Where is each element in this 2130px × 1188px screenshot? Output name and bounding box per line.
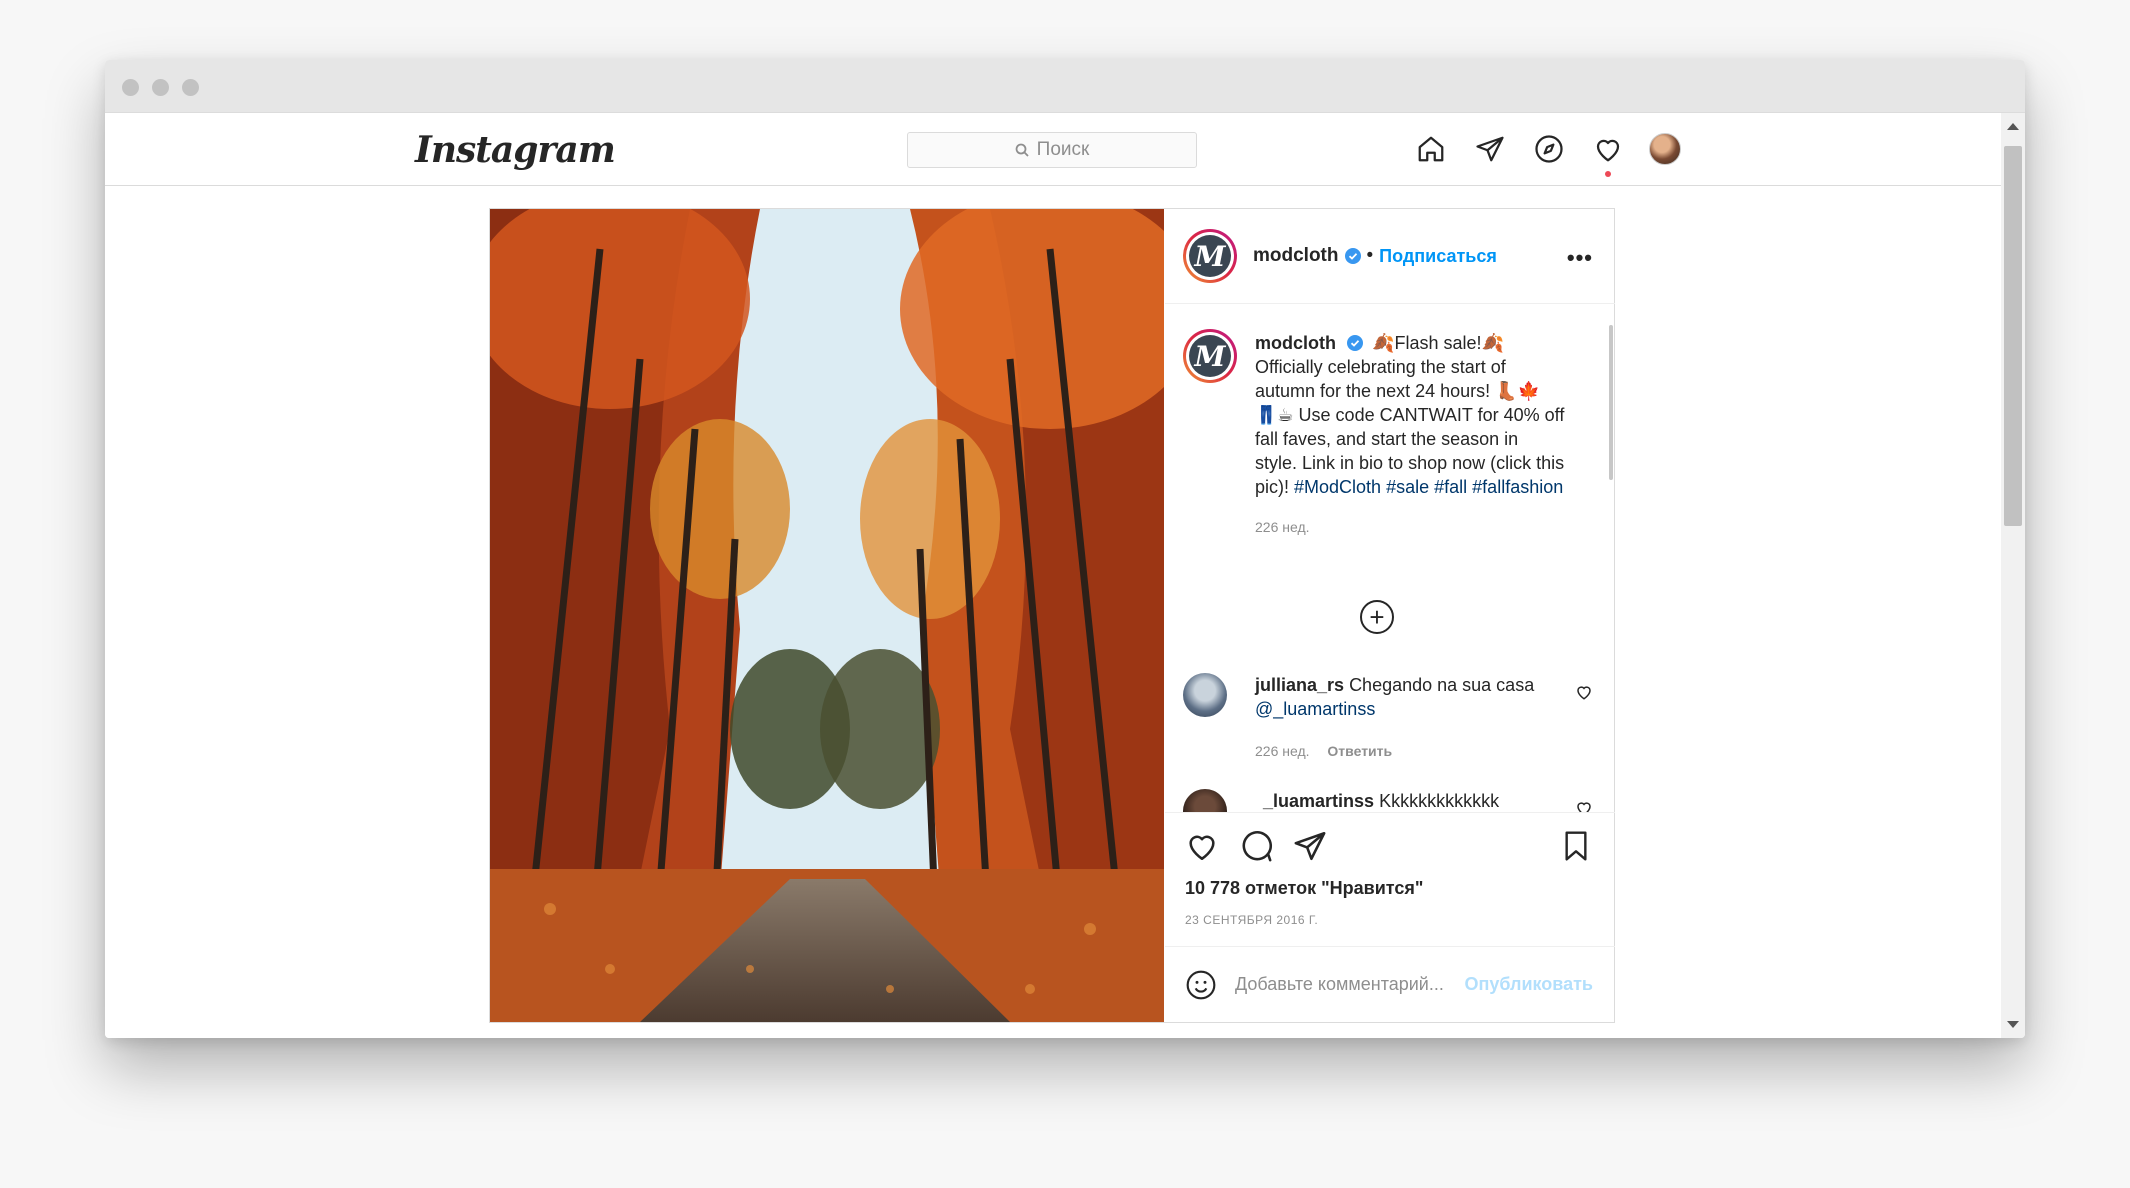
browser-window: Instagram Поиск M modcloth • Подписаться…: [105, 60, 2025, 1038]
search-placeholder: Поиск: [1036, 139, 1090, 160]
like-icon[interactable]: [1183, 827, 1221, 865]
direct-icon[interactable]: [1472, 131, 1508, 167]
mention-link[interactable]: @_luamartinss: [1255, 699, 1375, 719]
action-icons: [1183, 827, 1345, 865]
comment-time[interactable]: 226 нед.: [1255, 743, 1310, 759]
scroll-thumb[interactable]: [2004, 146, 2022, 526]
top-navbar: Instagram Поиск: [105, 113, 2001, 186]
post-card: M modcloth • Подписаться ••• M modcloth …: [489, 208, 1615, 1023]
post-side-panel: M modcloth • Подписаться ••• M modcloth …: [1165, 209, 1615, 1022]
comment-input[interactable]: Добавьте комментарий...: [1235, 974, 1464, 995]
caption-text: modcloth 🍂Flash sale!🍂 Officially celebr…: [1255, 331, 1565, 539]
notification-dot: [1605, 171, 1611, 177]
post-header: M modcloth • Подписаться •••: [1165, 209, 1615, 304]
hashtag-link[interactable]: #fall: [1434, 477, 1467, 497]
activity-heart-icon[interactable]: [1590, 131, 1626, 177]
comment-icon[interactable]: [1237, 827, 1275, 865]
window-titlebar: [105, 60, 2025, 113]
comment-like-icon[interactable]: [1575, 683, 1593, 701]
search-icon: [1015, 143, 1029, 157]
emoji-icon[interactable]: [1185, 969, 1217, 1001]
post-date[interactable]: 23 СЕНТЯБРЯ 2016 Г.: [1185, 913, 1318, 927]
more-options-icon[interactable]: •••: [1567, 245, 1593, 271]
add-comment-bar: Добавьте комментарий... Опубликовать: [1165, 946, 1615, 1022]
home-icon[interactable]: [1413, 131, 1449, 167]
share-icon[interactable]: [1291, 827, 1329, 865]
likes-count[interactable]: 10 778 отметок "Нравится": [1185, 878, 1423, 899]
comment-username[interactable]: _luamartinss: [1263, 791, 1374, 811]
commenter-avatar[interactable]: [1183, 789, 1227, 812]
author-username[interactable]: modcloth: [1253, 245, 1339, 267]
page-scrollbar[interactable]: [2001, 113, 2025, 1038]
publish-button[interactable]: Опубликовать: [1464, 974, 1593, 995]
comment-meta: 226 нед. Ответить: [1255, 743, 1406, 759]
scroll-down-arrow-icon[interactable]: [2007, 1021, 2019, 1028]
profile-avatar[interactable]: [1649, 133, 1681, 165]
nav-icons: [1413, 131, 1681, 177]
explore-icon[interactable]: [1531, 131, 1567, 167]
comments-list: M modcloth 🍂Flash sale!🍂 Officially cele…: [1165, 305, 1615, 812]
post-actions: 10 778 отметок "Нравится" 23 СЕНТЯБРЯ 20…: [1165, 812, 1615, 946]
hashtag-link[interactable]: #ModCloth: [1294, 477, 1381, 497]
caption-time[interactable]: 226 нед.: [1255, 515, 1565, 539]
modcloth-logo: M: [1189, 235, 1231, 277]
load-more-comments-button[interactable]: +: [1360, 600, 1394, 634]
separator-bullet: •: [1366, 245, 1374, 266]
hashtag-link[interactable]: #fallfashion: [1472, 477, 1563, 497]
reply-button[interactable]: Ответить: [1327, 743, 1392, 759]
save-bookmark-icon[interactable]: [1557, 827, 1595, 865]
caption-username[interactable]: modcloth: [1255, 333, 1336, 353]
comment-text: _luamartinss Kkkkkkkkkkkkk: [1263, 789, 1553, 812]
comment-like-icon[interactable]: [1575, 799, 1593, 812]
verified-badge-icon: [1347, 335, 1364, 351]
comments-scrollbar[interactable]: [1609, 325, 1613, 480]
post-photo[interactable]: [490, 209, 1164, 1022]
comment-text: julliana_rs Chegando na sua casa @_luama…: [1255, 673, 1545, 721]
comment-body: Kkkkkkkkkkkkk: [1379, 791, 1500, 811]
autumn-forest-image: [490, 209, 1164, 1022]
modcloth-logo: M: [1189, 335, 1231, 377]
window-close-button[interactable]: [122, 79, 139, 96]
window-minimize-button[interactable]: [152, 79, 169, 96]
page-viewport: Instagram Поиск M modcloth • Подписаться…: [105, 113, 2001, 1038]
follow-button[interactable]: Подписаться: [1379, 246, 1497, 267]
window-maximize-button[interactable]: [182, 79, 199, 96]
caption-avatar[interactable]: M: [1183, 329, 1237, 383]
instagram-logo[interactable]: Instagram: [415, 129, 616, 171]
verified-badge-icon: [1344, 248, 1361, 264]
author-avatar[interactable]: M: [1183, 229, 1237, 283]
comment-username[interactable]: julliana_rs: [1255, 675, 1344, 695]
hashtag-link[interactable]: #sale: [1386, 477, 1429, 497]
commenter-avatar[interactable]: [1183, 673, 1227, 717]
caption-body: 🍂Flash sale!🍂 Officially celebrating the…: [1255, 333, 1565, 497]
scroll-up-arrow-icon[interactable]: [2007, 123, 2019, 130]
search-input[interactable]: Поиск: [907, 132, 1197, 168]
comment-body: Chegando na sua casa: [1349, 675, 1535, 695]
